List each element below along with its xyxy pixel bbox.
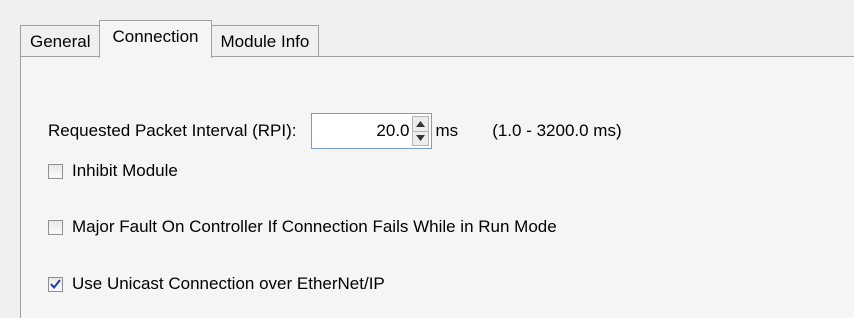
unicast-checkbox[interactable] — [48, 276, 63, 292]
major-fault-option[interactable]: Major Fault On Controller If Connection … — [48, 217, 557, 237]
rpi-range: (1.0 - 3200.0 ms) — [492, 121, 622, 140]
rpi-input[interactable] — [311, 114, 412, 148]
tab-general-label: General — [30, 31, 91, 51]
triangle-down-icon — [415, 135, 425, 142]
tab-module-info-label: Module Info — [220, 31, 310, 51]
unicast-option[interactable]: Use Unicast Connection over EtherNet/IP — [48, 274, 385, 294]
tab-connection[interactable]: Connection — [99, 20, 212, 58]
triangle-up-icon — [415, 120, 425, 127]
tab-module-info[interactable]: Module Info — [210, 25, 320, 57]
major-fault-label: Major Fault On Controller If Connection … — [72, 217, 557, 236]
rpi-row: Requested Packet Interval (RPI): ms (1.0… — [48, 112, 622, 150]
spin-down-button[interactable] — [411, 131, 429, 146]
rpi-label: Requested Packet Interval (RPI): — [48, 121, 297, 140]
spin-up-button[interactable] — [411, 116, 429, 132]
inhibit-module-option[interactable]: Inhibit Module — [48, 161, 178, 181]
tab-general[interactable]: General — [20, 25, 101, 57]
major-fault-checkbox[interactable] — [48, 219, 63, 235]
connection-panel: Requested Packet Interval (RPI): ms (1.0… — [20, 56, 854, 318]
rpi-unit: ms — [435, 121, 459, 140]
rpi-spinbox — [310, 113, 432, 149]
tab-strip: General Connection Module Info — [20, 14, 320, 58]
unicast-label: Use Unicast Connection over EtherNet/IP — [72, 274, 385, 293]
tab-connection-label: Connection — [112, 27, 199, 46]
inhibit-module-label: Inhibit Module — [72, 161, 178, 180]
rpi-spinner — [411, 116, 429, 146]
checkmark-icon — [50, 279, 61, 289]
inhibit-module-checkbox[interactable] — [48, 163, 63, 179]
